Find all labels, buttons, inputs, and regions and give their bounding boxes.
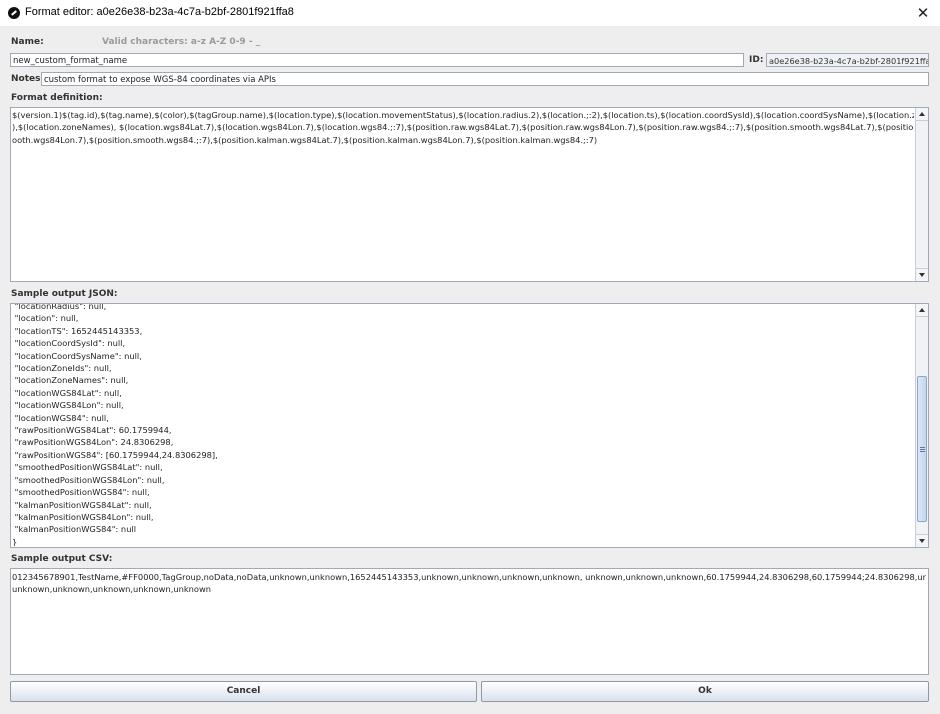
- notes-input[interactable]: custom format to expose WGS-84 coordinat…: [41, 72, 929, 86]
- close-icon[interactable]: ✕: [912, 3, 934, 23]
- window-title: Format editor: a0e26e38-b23a-4c7a-b2bf-2…: [25, 6, 294, 18]
- format-definition-content: $(version.1)$(tag.id),$(tag.name),$(colo…: [12, 109, 914, 280]
- csv-line: 012345678901,TestName,#FF0000,TagGroup,n…: [12, 572, 926, 582]
- json-line: "locationWGS84": null,: [12, 412, 109, 423]
- format-definition-line: ),$(location.zoneNames), $(location.wgs8…: [12, 122, 914, 133]
- cancel-button[interactable]: Cancel: [10, 681, 477, 702]
- json-line: "smoothedPositionWGS84Lon": null,: [12, 474, 165, 485]
- json-line: "kalmanPositionWGS84Lat": null,: [12, 499, 152, 510]
- dialog-body: Name: Valid characters: a-z A-Z 0-9 - _ …: [0, 26, 940, 714]
- ok-button[interactable]: Ok: [481, 681, 929, 702]
- json-line: "smoothedPositionWGS84": null,: [12, 487, 150, 498]
- name-input[interactable]: new_custom_format_name: [10, 53, 744, 67]
- grip-line: [920, 447, 925, 448]
- sample-json-scrollbar[interactable]: [915, 304, 928, 547]
- sample-csv-label: Sample output CSV:: [11, 554, 113, 564]
- sample-json-content: "locationRadius": null, "location": null…: [12, 303, 914, 546]
- json-line: "location": null,: [12, 313, 79, 324]
- sample-json-label: Sample output JSON:: [11, 289, 118, 299]
- json-line: "locationZoneIds": null,: [12, 363, 112, 374]
- scroll-down-arrow-icon[interactable]: [916, 534, 928, 547]
- json-line: "rawPositionWGS84": [60.1759944,24.83062…: [12, 449, 218, 460]
- format-definition-line: ooth.wgs84Lon.7),$(position.smooth.wgs84…: [12, 134, 598, 145]
- format-definition-line: $(version.1)$(tag.id),$(tag.name),$(colo…: [12, 110, 914, 120]
- scroll-up-arrow-icon[interactable]: [916, 304, 928, 317]
- sample-json-textarea[interactable]: "locationRadius": null, "location": null…: [10, 303, 929, 548]
- scroll-down-arrow-icon[interactable]: [916, 268, 928, 281]
- app-icon: [8, 7, 20, 19]
- scrollbar-thumb[interactable]: [917, 376, 927, 522]
- json-line: "kalmanPositionWGS84": null: [12, 524, 137, 535]
- grip-line: [920, 451, 925, 452]
- sample-csv-textarea[interactable]: 012345678901,TestName,#FF0000,TagGroup,n…: [10, 568, 929, 675]
- format-definition-scrollbar[interactable]: [915, 108, 928, 281]
- json-line: "locationZoneNames": null,: [12, 375, 129, 386]
- csv-line: unknown,unknown,unknown,unknown,unknown: [12, 584, 212, 595]
- notes-label: Notes:: [11, 74, 45, 84]
- json-line: "locationWGS84Lat": null,: [12, 387, 122, 398]
- json-line: "rawPositionWGS84Lat": 60.1759944,: [12, 425, 172, 436]
- format-definition-label: Format definition:: [11, 93, 103, 103]
- title-bar: Format editor: a0e26e38-b23a-4c7a-b2bf-2…: [0, 0, 940, 26]
- json-line: "kalmanPositionWGS84Lon": null,: [12, 511, 154, 522]
- json-line: }: [12, 536, 18, 546]
- format-definition-textarea[interactable]: $(version.1)$(tag.id),$(tag.name),$(colo…: [10, 107, 929, 282]
- scroll-up-arrow-icon[interactable]: [916, 108, 928, 121]
- json-line: "locationCoordSysName": null,: [12, 350, 142, 361]
- id-label: ID:: [749, 55, 764, 65]
- json-line: "smoothedPositionWGS84Lat": null,: [12, 462, 163, 473]
- json-line: "locationRadius": null,: [12, 303, 107, 311]
- id-field: a0e26e38-b23a-4c7a-b2bf-2801f921ffa8: [766, 53, 929, 67]
- name-hint: Valid characters: a-z A-Z 0-9 - _: [102, 37, 261, 47]
- grip-line: [920, 449, 925, 450]
- sample-csv-content: 012345678901,TestName,#FF0000,TagGroup,n…: [12, 571, 926, 673]
- json-line: "locationCoordSysId": null,: [12, 338, 126, 349]
- json-line: "rawPositionWGS84Lon": 24.8306298,: [12, 437, 174, 448]
- json-line: "locationWGS84Lon": null,: [12, 400, 124, 411]
- name-label: Name:: [11, 37, 44, 47]
- json-line: "locationTS": 1652445143353,: [12, 325, 143, 336]
